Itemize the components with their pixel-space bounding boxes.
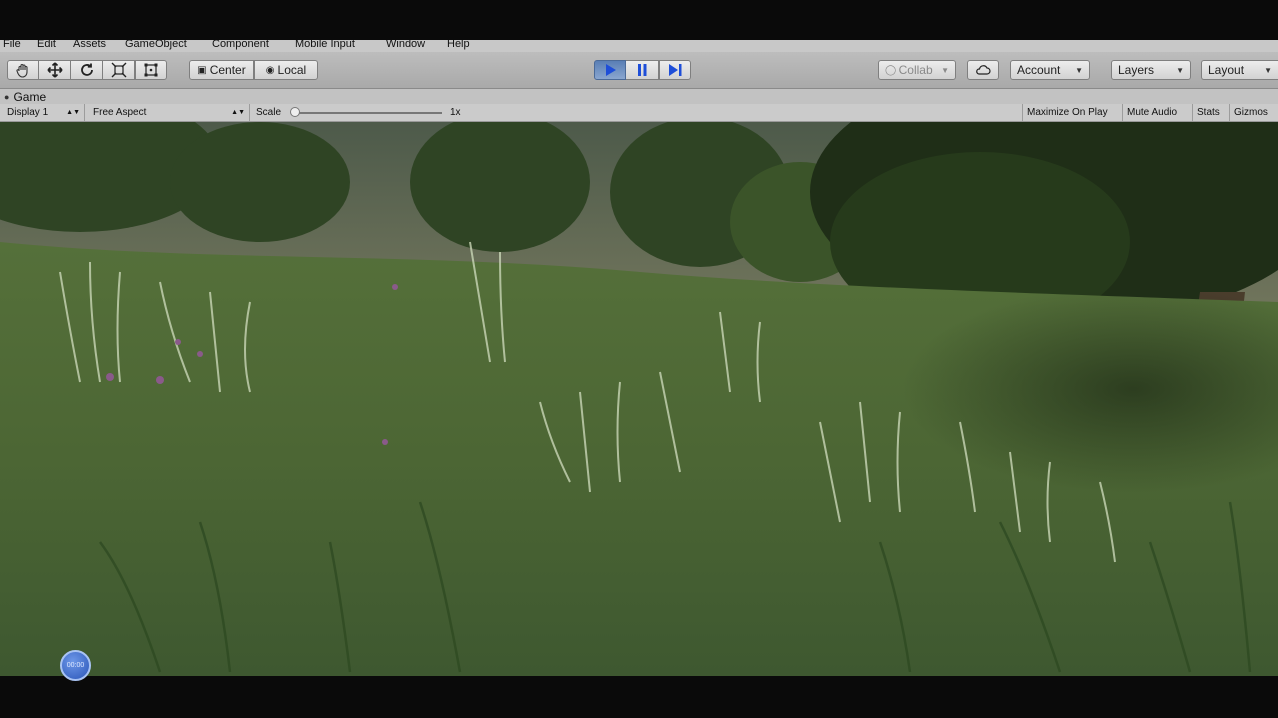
recording-timer-badge[interactable]: 00:00 — [60, 650, 91, 681]
pause-button[interactable] — [626, 60, 659, 80]
stats-label: Stats — [1197, 107, 1220, 118]
scale-slider-handle[interactable] — [290, 107, 300, 117]
account-label: Account — [1017, 63, 1061, 77]
step-icon — [669, 64, 682, 76]
layers-label: Layers — [1118, 63, 1155, 77]
mute-label: Mute Audio — [1127, 107, 1178, 118]
play-button[interactable] — [594, 60, 626, 80]
menu-mobile-input[interactable]: Mobile Input — [295, 40, 355, 50]
step-button[interactable] — [659, 60, 691, 80]
menu-help[interactable]: Help — [447, 40, 470, 50]
letterbox-bottom — [0, 676, 1278, 718]
collab-spinner-icon: ◯ — [885, 64, 897, 76]
rect-tool-button[interactable] — [135, 60, 167, 80]
hand-icon — [16, 63, 28, 78]
pivot-local-button[interactable]: ◉ Local — [254, 60, 318, 80]
chevron-down-icon: ▼ — [1264, 65, 1272, 75]
layers-dropdown[interactable]: Layers ▼ — [1111, 60, 1191, 80]
display-label: Display 1 — [7, 107, 49, 118]
scale-value: 1x — [450, 107, 461, 118]
toolbar: ▣ Center ◉ Local ◯ Collab ▼ Account ▼ La… — [0, 52, 1278, 89]
aspect-label: Free Aspect — [93, 107, 147, 118]
timer-label: 00:00 — [66, 662, 85, 669]
collab-dropdown[interactable]: ◯ Collab ▼ — [878, 60, 956, 80]
account-dropdown[interactable]: Account ▼ — [1010, 60, 1090, 80]
chevron-updown-icon: ▲▼ — [231, 109, 245, 116]
pivot-center-button[interactable]: ▣ Center — [189, 60, 254, 80]
chevron-down-icon: ▼ — [1075, 65, 1083, 75]
play-icon — [606, 64, 616, 76]
rotate-icon — [80, 63, 93, 76]
maximize-label: Maximize On Play — [1027, 107, 1108, 118]
pause-icon — [638, 64, 647, 76]
global-icon: ◉ — [265, 64, 275, 76]
display-dropdown[interactable]: Display 1 ▲▼ — [3, 104, 85, 121]
collab-label: Collab — [898, 63, 933, 77]
nature-scene-render — [0, 122, 1278, 676]
chevron-down-icon: ▼ — [941, 65, 949, 75]
pivot-local-label: Local — [277, 63, 307, 77]
layout-label: Layout — [1208, 63, 1245, 77]
move-icon — [46, 62, 63, 78]
menu-gameobject[interactable]: GameObject — [125, 40, 187, 50]
game-view-toolbar: Display 1 ▲▼ Free Aspect ▲▼ Scale 1x Max… — [0, 104, 1278, 122]
scale-icon — [111, 62, 126, 78]
menu-assets[interactable]: Assets — [73, 40, 106, 50]
pivot-center-label: Center — [209, 63, 246, 77]
chevron-updown-icon: ▲▼ — [66, 109, 80, 116]
tab-game-label: Game — [13, 89, 47, 104]
tree-shadow — [700, 272, 1278, 532]
layout-dropdown[interactable]: Layout ▼ — [1201, 60, 1278, 80]
menu-component[interactable]: Component — [212, 40, 269, 50]
mute-audio-toggle[interactable]: Mute Audio — [1123, 104, 1193, 121]
chevron-down-icon: ▼ — [1176, 65, 1184, 75]
cloud-icon — [976, 65, 991, 75]
scale-tool-button[interactable] — [103, 60, 135, 80]
aspect-dropdown[interactable]: Free Aspect ▲▼ — [89, 104, 250, 121]
scale-slider-track[interactable] — [296, 112, 442, 114]
menu-edit[interactable]: Edit — [37, 40, 56, 50]
maximize-on-play-toggle[interactable]: Maximize On Play — [1022, 104, 1123, 121]
game-controller-icon: ● — [4, 91, 10, 102]
letterbox-top — [0, 0, 1278, 40]
gizmos-label: Gizmos — [1234, 107, 1268, 118]
gizmos-dropdown[interactable]: Gizmos — [1230, 104, 1278, 121]
scale-label: Scale — [256, 107, 282, 118]
rect-icon — [144, 63, 158, 77]
menu-window[interactable]: Window — [386, 40, 425, 50]
hand-tool-button[interactable] — [7, 60, 39, 80]
menu-file[interactable]: File — [3, 40, 21, 50]
game-tab-bar: ● Game — [0, 89, 1278, 104]
menu-bar: File Edit Assets GameObject Component Mo… — [0, 40, 1278, 52]
rotate-tool-button[interactable] — [71, 60, 103, 80]
game-viewport[interactable] — [0, 122, 1278, 676]
tab-game[interactable]: ● Game — [4, 89, 46, 104]
pivot-icon: ▣ — [197, 64, 207, 76]
move-tool-button[interactable] — [39, 60, 71, 80]
stats-toggle[interactable]: Stats — [1193, 104, 1230, 121]
cloud-button[interactable] — [967, 60, 999, 80]
